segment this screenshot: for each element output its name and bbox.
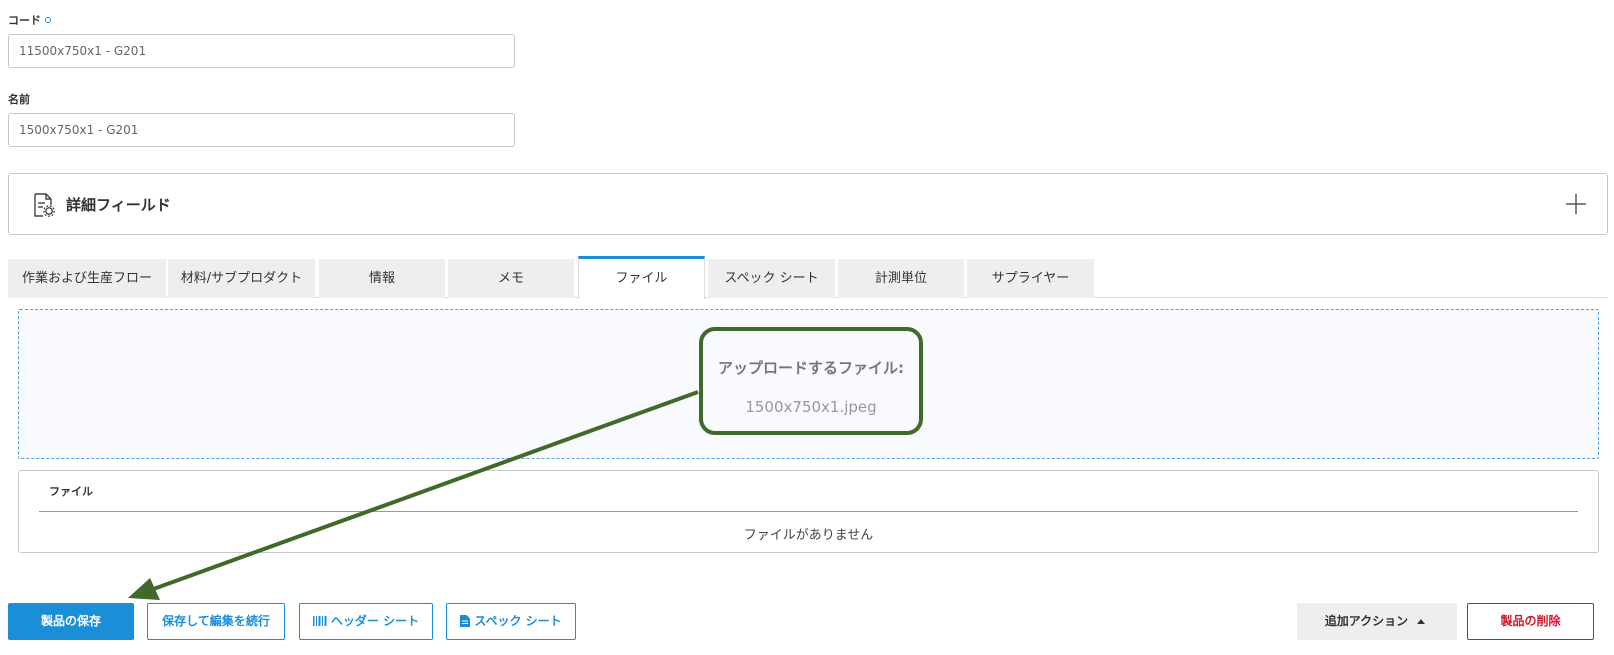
more-actions-label: 追加アクション bbox=[1324, 614, 1409, 628]
spec-sheet-label: スペック シート bbox=[474, 614, 562, 628]
tab-spec-sheet[interactable]: スペック シート bbox=[708, 259, 835, 298]
upload-filename: 1500x750x1.jpeg bbox=[745, 398, 877, 416]
name-input[interactable]: 1500x750x1 - G201 bbox=[8, 113, 515, 147]
delete-product-button[interactable]: 製品の削除 bbox=[1467, 603, 1594, 640]
tab-bar: 作業および生産フロー 材料/サブプロダクト 情報 メモ ファイル スペック シー… bbox=[8, 256, 1608, 299]
files-column-header: ファイル bbox=[49, 485, 93, 498]
header-sheet-button[interactable]: ヘッダー シート bbox=[299, 603, 433, 640]
spec-sheet-button[interactable]: スペック シート bbox=[446, 603, 576, 640]
tab-work-production-flow[interactable]: 作業および生産フロー bbox=[8, 259, 166, 298]
header-sheet-label: ヘッダー シート bbox=[330, 614, 420, 628]
upload-annotation-box: アップロードするファイル: 1500x750x1.jpeg bbox=[699, 327, 923, 435]
tab-memo[interactable]: メモ bbox=[448, 259, 574, 298]
files-empty-message: ファイルがありません bbox=[743, 528, 874, 543]
tab-files[interactable]: ファイル bbox=[578, 256, 705, 299]
required-indicator-icon bbox=[45, 17, 51, 23]
tab-materials-subproducts[interactable]: 材料/サブプロダクト bbox=[168, 259, 315, 298]
code-label: コード bbox=[8, 12, 51, 28]
plus-icon[interactable] bbox=[1565, 193, 1587, 215]
details-title: 詳細フィールド bbox=[66, 196, 171, 214]
save-continue-button[interactable]: 保存して編集を続行 bbox=[147, 603, 285, 640]
files-table: ファイル ファイルがありません bbox=[18, 470, 1599, 553]
more-actions-button[interactable]: 追加アクション bbox=[1297, 603, 1457, 640]
barcode-icon bbox=[312, 616, 327, 626]
details-fields-panel[interactable]: 詳細フィールド bbox=[8, 173, 1608, 235]
document-settings-icon bbox=[34, 193, 55, 217]
save-product-button[interactable]: 製品の保存 bbox=[8, 603, 134, 640]
code-input[interactable]: 11500x750x1 - G201 bbox=[8, 34, 515, 68]
document-icon bbox=[460, 615, 471, 627]
upload-title: アップロードするファイル: bbox=[718, 359, 904, 377]
divider bbox=[39, 511, 1578, 512]
tab-units[interactable]: 計測単位 bbox=[838, 259, 964, 298]
caret-up-icon bbox=[1417, 619, 1426, 624]
name-label: 名前 bbox=[8, 93, 30, 106]
file-dropzone[interactable]: アップロードするファイル: 1500x750x1.jpeg bbox=[18, 309, 1599, 459]
tab-info[interactable]: 情報 bbox=[319, 259, 445, 298]
tab-suppliers[interactable]: サプライヤー bbox=[967, 259, 1094, 298]
